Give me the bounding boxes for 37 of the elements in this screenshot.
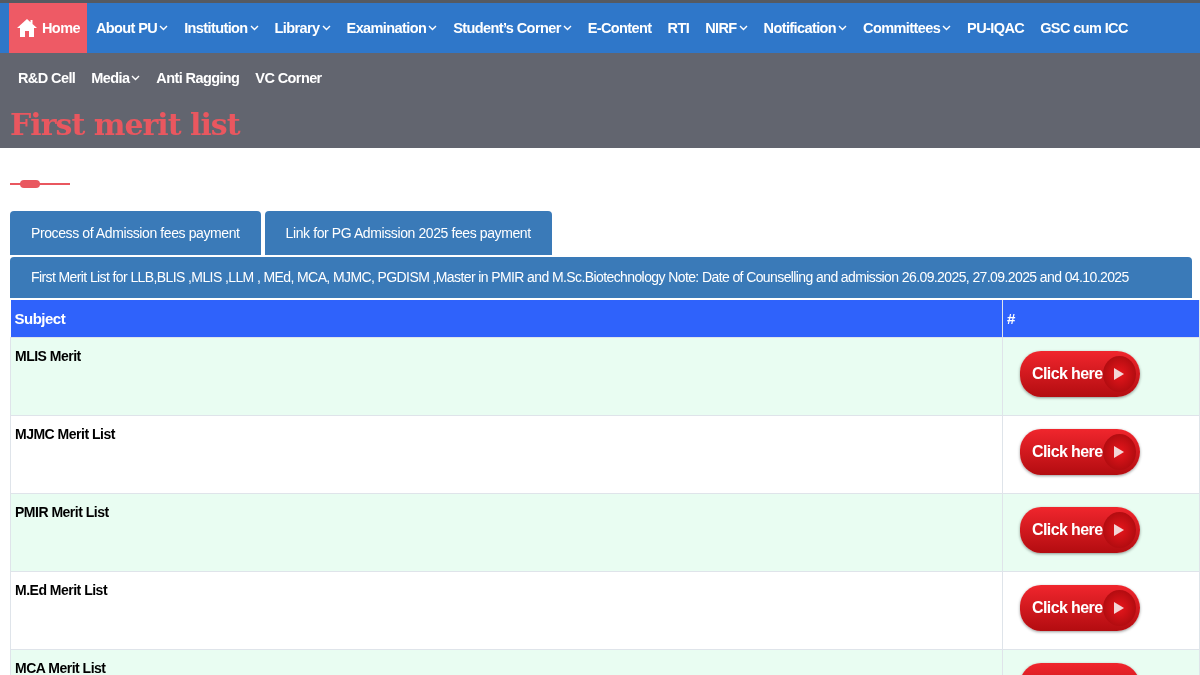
nav-link[interactable]: NIRF	[696, 3, 755, 53]
divider-ornament	[10, 183, 70, 185]
link-tab[interactable]: Process of Admission fees payment	[10, 211, 261, 255]
nav-link[interactable]: Examination	[337, 3, 445, 53]
play-icon	[1114, 524, 1125, 536]
click-here-button[interactable]: Click here	[1020, 429, 1140, 475]
play-icon	[1114, 368, 1125, 380]
page-title: First merit list	[10, 107, 240, 142]
nav-link[interactable]: VC Corner	[246, 53, 329, 103]
nav-link[interactable]: Committees	[854, 3, 959, 53]
nav-link[interactable]: Library	[265, 3, 338, 53]
column-header: Subject	[10, 300, 1003, 338]
table-cell: MCA Merit List	[10, 649, 1003, 675]
nav-link[interactable]: R&D Cell	[9, 53, 83, 103]
play-icon	[1114, 446, 1125, 458]
click-here-button[interactable]: Click here	[1020, 351, 1140, 397]
nav-link[interactable]: Student’s Corner	[444, 3, 579, 53]
nav-link[interactable]: Institution	[175, 3, 266, 53]
link-tab[interactable]: Link for PG Admission 2025 fees payment	[264, 211, 552, 255]
nav-link[interactable]: Home	[9, 3, 87, 53]
table-cell: M.Ed Merit List	[10, 571, 1003, 650]
nav-link[interactable]: PU-IQAC	[958, 3, 1032, 53]
nav-link[interactable]: About PU	[86, 3, 176, 53]
click-here-button[interactable]: Click here	[1020, 507, 1140, 553]
nav-link[interactable]: E-Content	[578, 3, 659, 53]
click-here-button[interactable]: Click here	[1020, 585, 1140, 631]
nav-link[interactable]: RTI	[658, 3, 697, 53]
nav-link[interactable]: Anti Ragging	[147, 53, 247, 103]
nav-link[interactable]: GSC cum ICC	[1031, 3, 1135, 53]
notice-tab[interactable]: First Merit List for LLB,BLIS ,MLIS ,LLM , MEd, MCA, MJMC, PGDISM ,Master in PMIR and M.Sc.Biotechnology Note: Date of Counselling and admission 26.09.2025, 27.09.2025 and 04.10.2025	[10, 257, 1192, 298]
table-cell: PMIR Merit List	[10, 493, 1003, 572]
table-cell: MLIS Merit	[10, 337, 1003, 416]
nav-link[interactable]: Notification	[754, 3, 855, 53]
play-icon	[1114, 602, 1125, 614]
nav-link[interactable]: Media	[82, 53, 148, 103]
column-header: #	[1002, 300, 1200, 338]
table-cell: MJMC Merit List	[10, 415, 1003, 494]
